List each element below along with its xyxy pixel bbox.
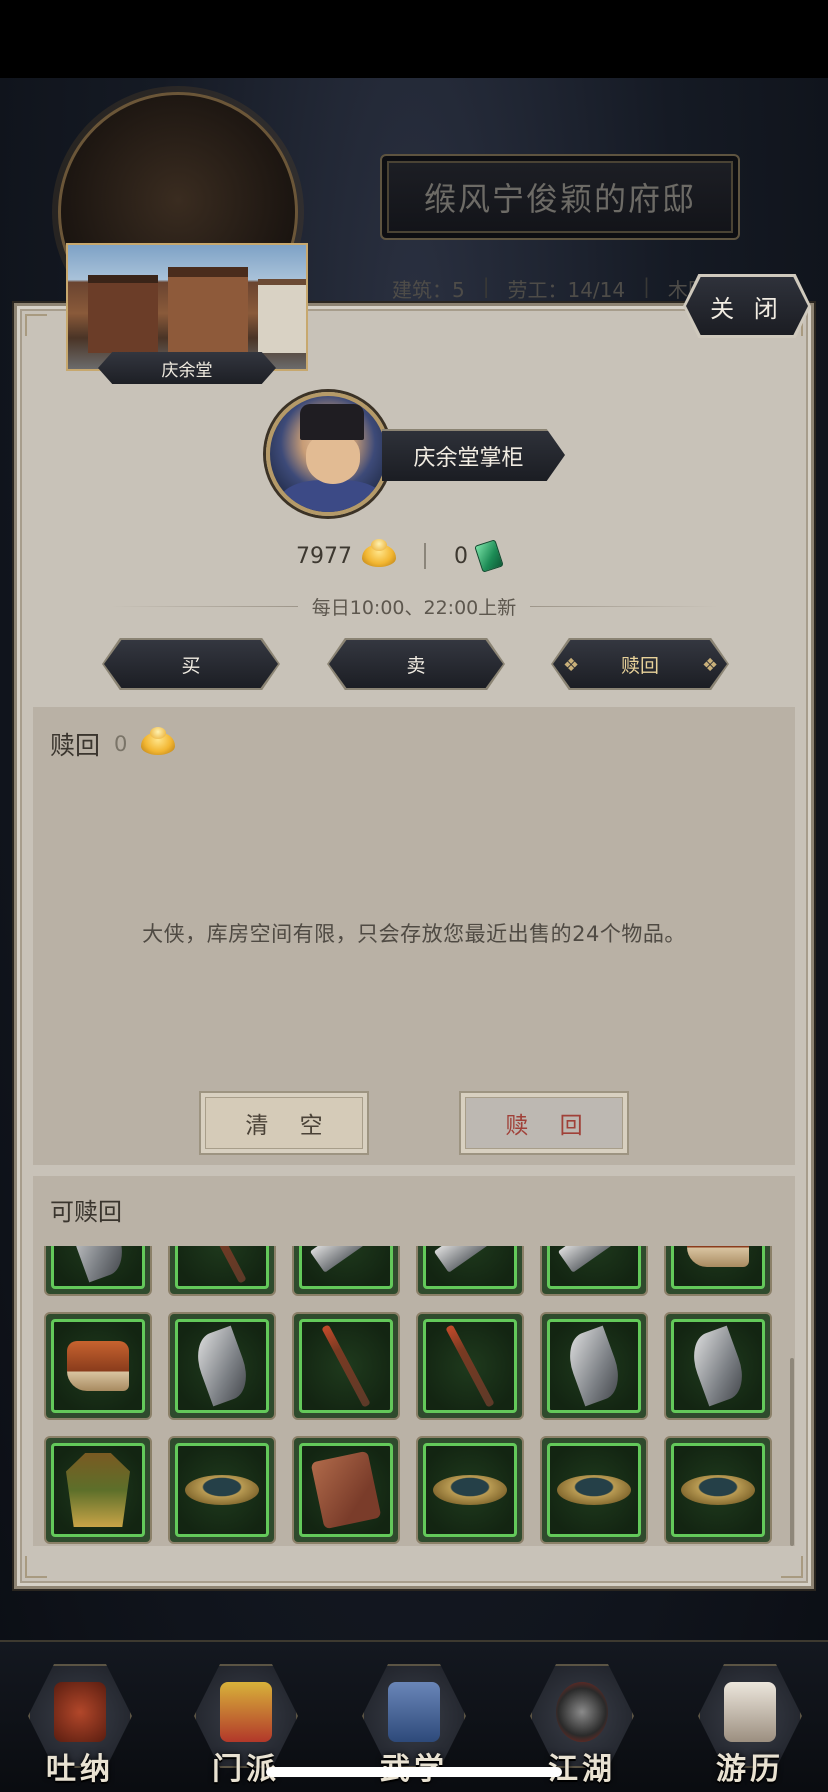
- sect-banner-icon: [220, 1682, 272, 1742]
- item-slot[interactable]: [44, 1312, 152, 1420]
- blade-icon: [433, 1246, 507, 1273]
- item-slot[interactable]: [292, 1312, 400, 1420]
- redeem-title: 赎回: [50, 731, 101, 760]
- nav-item-youli[interactable]: 游历: [694, 1660, 806, 1792]
- meditation-icon: [54, 1682, 106, 1742]
- stat-buildings: 建筑：5: [392, 278, 465, 302]
- item-slot[interactable]: [416, 1246, 524, 1296]
- item-slot[interactable]: [664, 1246, 772, 1296]
- item-slot[interactable]: [416, 1312, 524, 1420]
- home-indicator[interactable]: [266, 1767, 562, 1777]
- jade-token-icon: [474, 539, 504, 573]
- item-slot[interactable]: [44, 1246, 152, 1296]
- martial-book-icon: [388, 1682, 440, 1742]
- item-slot[interactable]: [664, 1436, 772, 1544]
- redeemable-title: 可赎回: [50, 1198, 122, 1226]
- residence-title-plate: 缑风宁俊颖的府邸: [380, 154, 740, 240]
- blade-icon: [309, 1246, 383, 1273]
- residence-stats: 建筑：5 | 劳工：14/14 | 木匠：: [392, 274, 728, 303]
- item-slot[interactable]: [540, 1246, 648, 1296]
- jianghu-hat-icon: [556, 1682, 608, 1742]
- status-bar: [0, 0, 828, 78]
- residence-title: 缑风宁俊颖的府邸: [423, 180, 696, 218]
- shopkeeper-avatar: [266, 392, 390, 516]
- boots-icon: [67, 1341, 129, 1391]
- saber-icon: [685, 1325, 751, 1407]
- ring-icon: [681, 1475, 755, 1505]
- horse-icon: [724, 1682, 776, 1742]
- shopkeeper-name: 庆余堂掌柜: [382, 429, 565, 481]
- ring-icon: [185, 1475, 259, 1505]
- item-slot[interactable]: [540, 1312, 648, 1420]
- scrollbar[interactable]: [790, 1358, 794, 1546]
- item-slot[interactable]: [44, 1436, 152, 1544]
- spear-icon: [445, 1324, 495, 1408]
- item-slot[interactable]: [664, 1312, 772, 1420]
- item-slot[interactable]: [168, 1312, 276, 1420]
- saber-icon: [189, 1325, 255, 1407]
- close-button[interactable]: 关 闭: [686, 277, 808, 335]
- saber-icon: [65, 1246, 131, 1283]
- tab-sell[interactable]: 卖: [329, 640, 503, 688]
- storage-notice: 大侠，库房空间有限，只会存放您最近出售的24个物品。: [142, 922, 686, 946]
- redeemable-grid: [44, 1246, 772, 1544]
- ring-icon: [557, 1475, 631, 1505]
- redeem-cost: 0: [114, 732, 128, 756]
- ring-icon: [433, 1475, 507, 1505]
- nav-item-tuna[interactable]: 吐纳: [24, 1660, 136, 1792]
- restock-schedule: 每日10:00、22:00上新: [110, 592, 719, 620]
- item-slot[interactable]: [168, 1436, 276, 1544]
- blade-icon: [557, 1246, 631, 1273]
- saber-icon: [561, 1325, 627, 1407]
- item-slot[interactable]: [292, 1436, 400, 1544]
- tab-buy[interactable]: 买: [104, 640, 278, 688]
- item-slot[interactable]: [416, 1436, 524, 1544]
- stat-labor: 劳工：14/14: [507, 278, 626, 302]
- spear-icon: [197, 1246, 247, 1284]
- shop-thumbnail: [66, 243, 308, 371]
- scroll-icon: [310, 1450, 382, 1530]
- gold-ingot-icon: [141, 727, 176, 755]
- jade-amount: 0: [454, 543, 468, 569]
- currency-bar: 7977 0: [296, 538, 504, 574]
- boots-icon: [687, 1246, 749, 1267]
- redeem-header: 赎回 0: [50, 726, 176, 762]
- spear-icon: [321, 1324, 371, 1408]
- tab-ornament-left-icon: ❖: [563, 655, 580, 676]
- item-slot[interactable]: [540, 1436, 648, 1544]
- clear-button[interactable]: 清 空: [199, 1091, 369, 1155]
- tab-ornament-right-icon: ❖: [702, 655, 719, 676]
- item-slot[interactable]: [168, 1246, 276, 1296]
- shop-name: 庆余堂: [98, 352, 276, 384]
- redeem-button[interactable]: 赎 回: [459, 1091, 629, 1155]
- gold-ingot-icon: [362, 539, 396, 567]
- gold-amount: 7977: [296, 543, 352, 569]
- restock-text: 每日10:00、22:00上新: [311, 596, 517, 619]
- redeemable-grid-viewport[interactable]: [44, 1246, 784, 1546]
- robe-icon: [66, 1453, 130, 1527]
- item-slot[interactable]: [292, 1246, 400, 1296]
